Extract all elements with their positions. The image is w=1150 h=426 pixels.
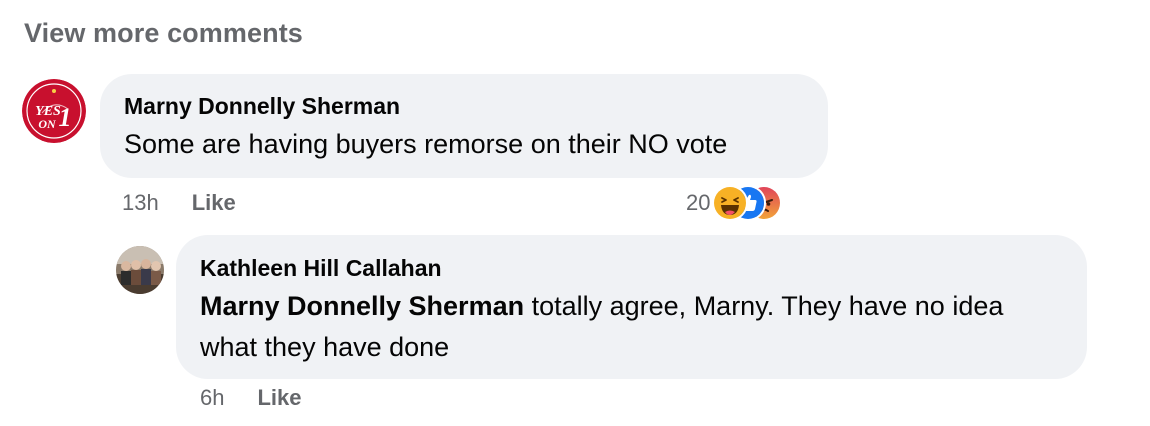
reaction-icons bbox=[712, 184, 812, 222]
avatar-number-text: 1 bbox=[59, 103, 72, 132]
like-button[interactable]: Like bbox=[192, 190, 236, 216]
yes-on-1-logo: YES ON 1 bbox=[22, 79, 86, 143]
comment-bubble: Marny Donnelly Sherman Some are having b… bbox=[100, 74, 828, 178]
comment-thread: View more comments YES ON 1 Marny Donnel… bbox=[0, 0, 1150, 426]
haha-icon bbox=[712, 185, 749, 221]
comment-text: Some are having buyers remorse on their … bbox=[124, 129, 728, 159]
comment-timestamp[interactable]: 13h bbox=[122, 190, 159, 216]
reaction-summary[interactable]: 20 bbox=[686, 184, 812, 222]
comment-actions: 13h Like bbox=[122, 190, 236, 216]
comment-author[interactable]: Kathleen Hill Callahan bbox=[200, 253, 442, 283]
mention-link[interactable]: Marny Donnelly Sherman bbox=[200, 291, 524, 321]
comment-author[interactable]: Marny Donnelly Sherman bbox=[124, 91, 400, 121]
comment-bubble: Kathleen Hill Callahan Marny Donnelly Sh… bbox=[176, 235, 1087, 379]
comment-text: Marny Donnelly Sherman totally agree, Ma… bbox=[200, 286, 1063, 368]
view-more-comments-link[interactable]: View more comments bbox=[24, 18, 303, 49]
like-button[interactable]: Like bbox=[257, 385, 301, 411]
comment-timestamp[interactable]: 6h bbox=[200, 385, 224, 411]
comment-actions: 6h Like bbox=[200, 385, 302, 411]
profile-photo bbox=[116, 246, 164, 294]
reaction-count: 20 bbox=[686, 190, 711, 215]
avatar[interactable] bbox=[116, 246, 164, 294]
avatar-on-text: ON bbox=[38, 117, 57, 131]
avatar[interactable]: YES ON 1 bbox=[22, 79, 86, 143]
